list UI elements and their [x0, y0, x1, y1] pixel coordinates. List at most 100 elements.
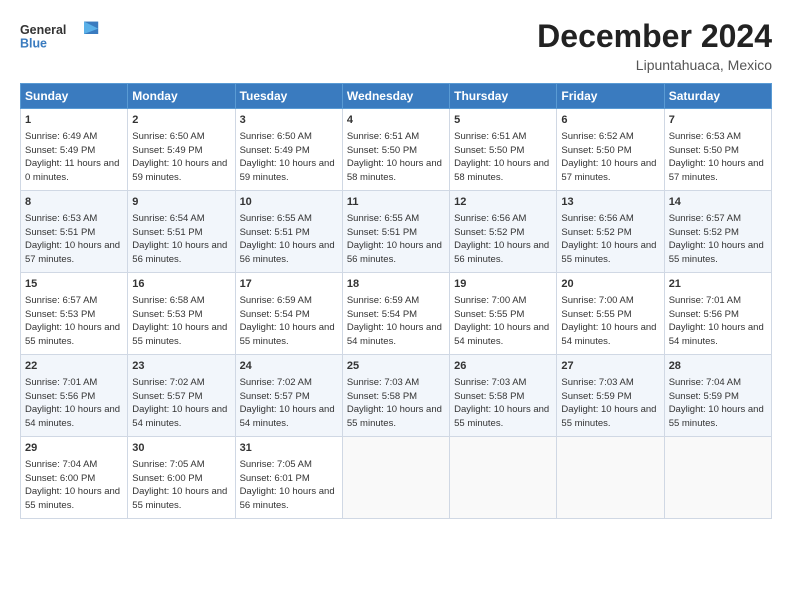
day-number: 1 [25, 113, 123, 129]
sunrise-text: Sunrise: 7:03 AM [561, 377, 633, 388]
calendar-header-row: SundayMondayTuesdayWednesdayThursdayFrid… [21, 84, 772, 109]
day-number: 24 [240, 359, 338, 375]
sunrise-text: Sunrise: 6:51 AM [347, 131, 419, 142]
daylight-label: Daylight: 10 hours and 54 minutes. [132, 404, 227, 429]
daylight-label: Daylight: 10 hours and 55 minutes. [347, 404, 442, 429]
sunrise-text: Sunrise: 6:49 AM [25, 131, 97, 142]
day-number: 19 [454, 277, 552, 293]
sunrise-text: Sunrise: 7:04 AM [25, 459, 97, 470]
day-number: 22 [25, 359, 123, 375]
svg-text:General: General [20, 23, 66, 37]
day-cell [557, 437, 664, 519]
daylight-label: Daylight: 10 hours and 59 minutes. [132, 158, 227, 183]
day-cell: 7Sunrise: 6:53 AMSunset: 5:50 PMDaylight… [664, 109, 771, 191]
day-cell: 29 Sunrise: 7:04 AM Sunset: 6:00 PM Dayligh… [21, 437, 128, 519]
day-cell [342, 437, 449, 519]
week-row-2: 8Sunrise: 6:53 AMSunset: 5:51 PMDaylight… [21, 191, 772, 273]
sunrise-text: Sunrise: 7:05 AM [132, 459, 204, 470]
sunset-text: Sunset: 5:56 PM [25, 391, 95, 402]
daylight-label: Daylight: 10 hours and 58 minutes. [454, 158, 549, 183]
sunset-text: Sunset: 5:55 PM [454, 309, 524, 320]
day-cell: 16Sunrise: 6:58 AMSunset: 5:53 PMDayligh… [128, 273, 235, 355]
day-number: 27 [561, 359, 659, 375]
sunset-text: Sunset: 5:58 PM [347, 391, 417, 402]
day-number: 25 [347, 359, 445, 375]
sunset-text: Sunset: 5:50 PM [669, 145, 739, 156]
sunrise-text: Sunrise: 7:05 AM [240, 459, 312, 470]
day-cell [450, 437, 557, 519]
day-number: 28 [669, 359, 767, 375]
day-number: 10 [240, 195, 338, 211]
day-cell: 27Sunrise: 7:03 AMSunset: 5:59 PMDayligh… [557, 355, 664, 437]
day-number: 21 [669, 277, 767, 293]
sunset-text: Sunset: 5:50 PM [347, 145, 417, 156]
day-cell: 21Sunrise: 7:01 AMSunset: 5:56 PMDayligh… [664, 273, 771, 355]
day-cell: 12Sunrise: 6:56 AMSunset: 5:52 PMDayligh… [450, 191, 557, 273]
daylight-label: Daylight: 10 hours and 55 minutes. [25, 486, 120, 511]
daylight-label: Daylight: 10 hours and 57 minutes. [669, 158, 764, 183]
col-header-tuesday: Tuesday [235, 84, 342, 109]
daylight-label: Daylight: 10 hours and 54 minutes. [240, 404, 335, 429]
day-cell: 9Sunrise: 6:54 AMSunset: 5:51 PMDaylight… [128, 191, 235, 273]
day-cell: 19Sunrise: 7:00 AMSunset: 5:55 PMDayligh… [450, 273, 557, 355]
sunrise-text: Sunrise: 6:55 AM [240, 213, 312, 224]
sunset-text: Sunset: 6:00 PM [25, 473, 95, 484]
sunset-text: Sunset: 5:59 PM [669, 391, 739, 402]
sunrise-text: Sunrise: 7:01 AM [669, 295, 741, 306]
sunset-text: Sunset: 5:50 PM [454, 145, 524, 156]
sunset-text: Sunset: 5:58 PM [454, 391, 524, 402]
title-block: December 2024 Lipuntahuaca, Mexico [537, 18, 772, 73]
day-number: 23 [132, 359, 230, 375]
sunrise-text: Sunrise: 7:03 AM [454, 377, 526, 388]
daylight-label: Daylight: 10 hours and 59 minutes. [240, 158, 335, 183]
sunset-text: Sunset: 5:54 PM [347, 309, 417, 320]
day-number: 29 [25, 441, 123, 457]
col-header-friday: Friday [557, 84, 664, 109]
sunrise-text: Sunrise: 6:51 AM [454, 131, 526, 142]
day-cell: 10Sunrise: 6:55 AMSunset: 5:51 PMDayligh… [235, 191, 342, 273]
logo-svg: General Blue [20, 18, 100, 54]
day-number: 11 [347, 195, 445, 211]
sunrise-text: Sunrise: 6:53 AM [25, 213, 97, 224]
day-number: 9 [132, 195, 230, 211]
week-row-5: 29 Sunrise: 7:04 AM Sunset: 6:00 PM Dayligh… [21, 437, 772, 519]
day-number: 4 [347, 113, 445, 129]
daylight-label: Daylight: 10 hours and 57 minutes. [561, 158, 656, 183]
day-cell: 24 Sunrise: 7:02 AM Sunset: 5:57 PM Dayligh… [235, 355, 342, 437]
sunset-text: Sunset: 5:51 PM [240, 227, 310, 238]
day-cell: 8Sunrise: 6:53 AMSunset: 5:51 PMDaylight… [21, 191, 128, 273]
svg-text:Blue: Blue [20, 36, 47, 50]
sunset-text: Sunset: 5:57 PM [240, 391, 310, 402]
daylight-label: Daylight: 10 hours and 54 minutes. [561, 322, 656, 347]
sunrise-text: Sunrise: 7:00 AM [454, 295, 526, 306]
sunrise-text: Sunrise: 6:59 AM [240, 295, 312, 306]
page-header: General Blue December 2024 Lipuntahuaca,… [20, 18, 772, 73]
daylight-label: Daylight: 10 hours and 56 minutes. [454, 240, 549, 265]
sunrise-text: Sunrise: 6:54 AM [132, 213, 204, 224]
sunrise-text: Sunrise: 6:58 AM [132, 295, 204, 306]
daylight-label: Daylight: 10 hours and 55 minutes. [240, 322, 335, 347]
day-number: 12 [454, 195, 552, 211]
day-cell: 14Sunrise: 6:57 AMSunset: 5:52 PMDayligh… [664, 191, 771, 273]
sunrise-text: Sunrise: 6:53 AM [669, 131, 741, 142]
daylight-label: Daylight: 10 hours and 54 minutes. [25, 404, 120, 429]
week-row-1: 1Sunrise: 6:49 AMSunset: 5:49 PMDaylight… [21, 109, 772, 191]
sunrise-text: Sunrise: 6:56 AM [561, 213, 633, 224]
day-cell: 30Sunrise: 7:05 AMSunset: 6:00 PMDayligh… [128, 437, 235, 519]
day-number: 14 [669, 195, 767, 211]
day-number: 20 [561, 277, 659, 293]
day-cell: 31Sunrise: 7:05 AMSunset: 6:01 PMDayligh… [235, 437, 342, 519]
sunrise-text: Sunrise: 7:02 AM [240, 377, 312, 388]
logo: General Blue [20, 18, 100, 54]
col-header-sunday: Sunday [21, 84, 128, 109]
week-row-4: 22Sunrise: 7:01 AMSunset: 5:56 PMDayligh… [21, 355, 772, 437]
day-cell: 1Sunrise: 6:49 AMSunset: 5:49 PMDaylight… [21, 109, 128, 191]
month-title: December 2024 [537, 18, 772, 55]
sunrise-text: Sunrise: 6:57 AM [25, 295, 97, 306]
day-cell: 4Sunrise: 6:51 AMSunset: 5:50 PMDaylight… [342, 109, 449, 191]
day-cell [664, 437, 771, 519]
sunset-text: Sunset: 5:53 PM [25, 309, 95, 320]
day-cell: 2Sunrise: 6:50 AMSunset: 5:49 PMDaylight… [128, 109, 235, 191]
day-cell: 15Sunrise: 6:57 AMSunset: 5:53 PMDayligh… [21, 273, 128, 355]
sunrise-text: Sunrise: 7:04 AM [669, 377, 741, 388]
